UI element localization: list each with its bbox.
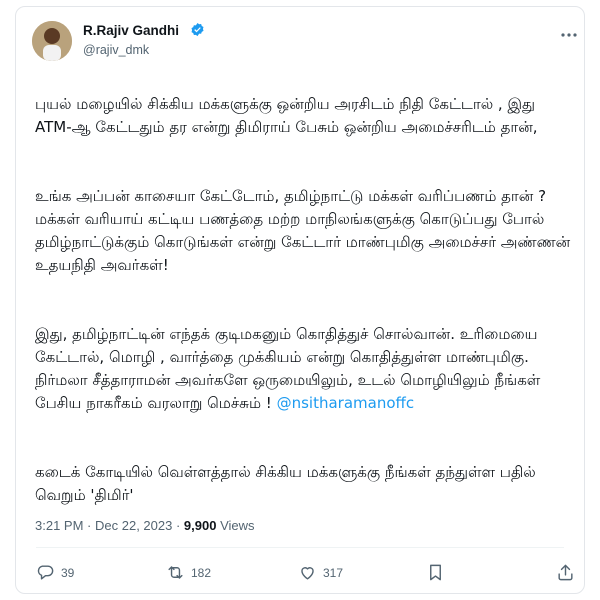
like-button[interactable]: 317 xyxy=(298,563,343,582)
more-options-icon[interactable] xyxy=(560,32,578,38)
tweet-paragraph: உங்க அப்பன் காசையா கேட்டோம், தமிழ்நாட்டு… xyxy=(35,187,571,274)
heart-icon xyxy=(301,567,314,580)
views-count: 9,900 xyxy=(183,518,217,533)
reply-count: 39 xyxy=(61,565,75,580)
tweet-paragraph: புயல் மழையில் சிக்கிய மக்களுக்கு ஒன்றிய … xyxy=(35,95,538,136)
share-button[interactable] xyxy=(556,563,575,582)
like-count: 317 xyxy=(323,565,344,580)
separator-dot: · xyxy=(175,518,184,533)
tweet-card: R.Rajiv Gandhi @rajiv_dmk புயல் மழையில் … xyxy=(15,6,585,594)
tweet-metadata: 3:21 PM · Dec 22, 2023 · 9,900 Views xyxy=(35,518,255,533)
author-name[interactable]: R.Rajiv Gandhi xyxy=(83,23,179,38)
author-handle[interactable]: @rajiv_dmk xyxy=(83,43,149,57)
tweet-paragraph: இது, தமிழ்நாட்டின் எந்தக் குடிமகனும் கொத… xyxy=(35,323,575,415)
divider xyxy=(36,547,564,548)
share-icon xyxy=(558,564,573,581)
verified-badge-icon xyxy=(191,22,204,37)
tweet-date[interactable]: Dec 22, 2023 xyxy=(95,518,172,533)
mention-link[interactable]: @nsitharamanoffc xyxy=(277,394,415,412)
reply-button[interactable]: 39 xyxy=(36,563,74,582)
bookmark-button[interactable] xyxy=(426,563,445,582)
tweet-time[interactable]: 3:21 PM xyxy=(35,518,83,533)
reply-icon xyxy=(37,565,54,580)
bookmark-icon xyxy=(430,564,441,581)
tweet-paragraph: கடைக் கோடியில் வெள்ளத்தால் சிக்கிய மக்கள… xyxy=(35,463,536,504)
retweet-icon xyxy=(168,566,183,579)
tweet-text: புயல் மழையில் சிக்கிய மக்களுக்கு ஒன்றிய … xyxy=(35,70,575,553)
views-label: Views xyxy=(220,518,255,533)
retweet-button[interactable]: 182 xyxy=(166,563,211,582)
retweet-count: 182 xyxy=(191,565,212,580)
separator-dot: · xyxy=(87,518,95,533)
profile-photo-icon[interactable] xyxy=(32,21,72,61)
